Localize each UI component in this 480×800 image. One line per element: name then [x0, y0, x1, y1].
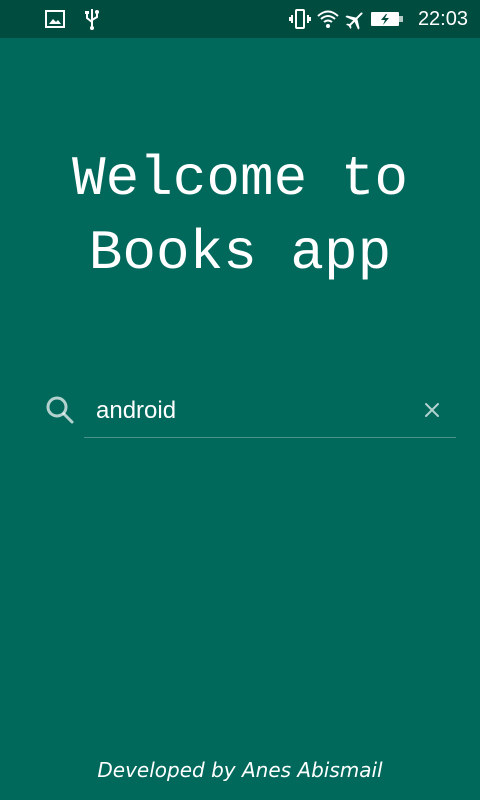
- welcome-line-1: Welcome to: [71, 147, 409, 211]
- vibrate-icon: [289, 9, 311, 29]
- developer-credit: Developed by Anes Abismail: [97, 758, 383, 782]
- search-icon[interactable]: [44, 394, 76, 426]
- search-underline: [84, 437, 456, 438]
- close-icon[interactable]: [420, 398, 444, 422]
- search-view[interactable]: [40, 385, 460, 439]
- search-input[interactable]: [96, 393, 396, 429]
- welcome-heading: Welcome to Books app: [0, 142, 480, 290]
- image-icon: [45, 10, 65, 28]
- welcome-line-2: Books app: [88, 221, 392, 285]
- airplane-icon: [345, 12, 363, 30]
- status-time: 22:03: [417, 8, 468, 30]
- battery-charging-icon: [371, 12, 403, 26]
- wifi-icon: [317, 10, 339, 28]
- usb-icon: [85, 9, 99, 30]
- status-bar: 22:03: [0, 0, 480, 38]
